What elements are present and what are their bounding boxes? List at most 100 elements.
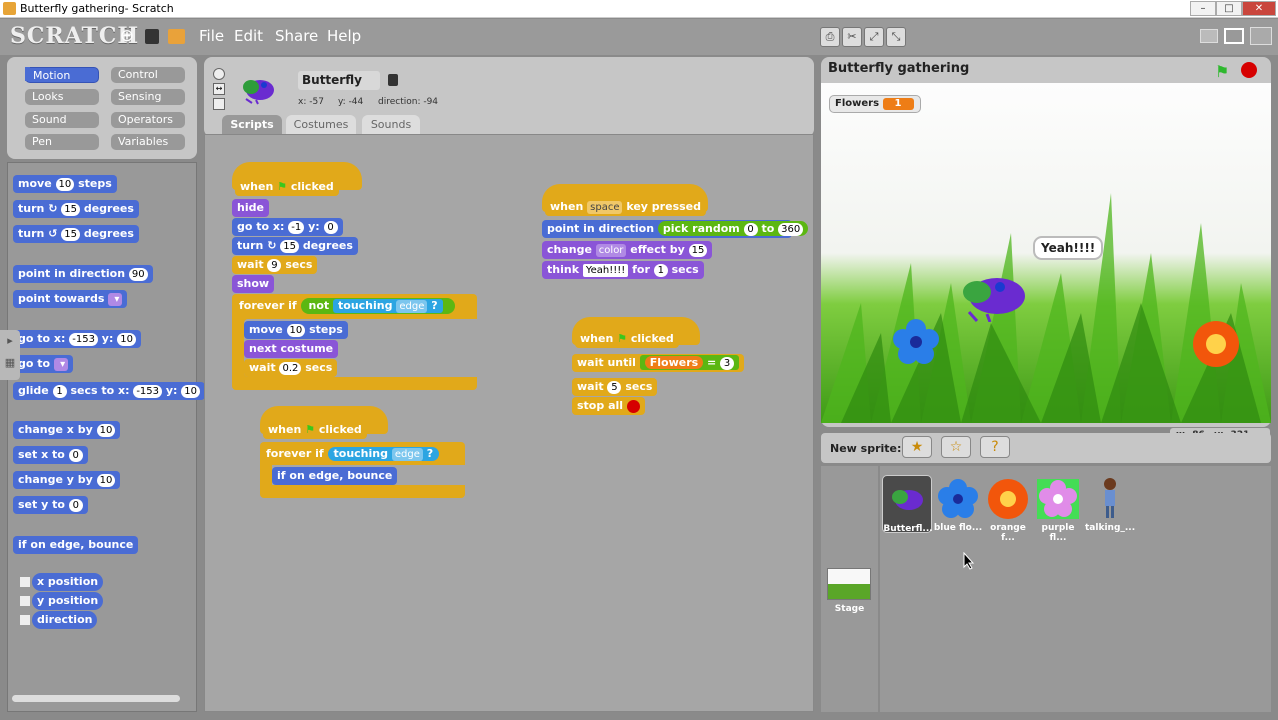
script4-wait-until-block[interactable]: wait until Flowers = 3 (572, 354, 745, 372)
rotation-style-full-icon[interactable] (213, 68, 225, 80)
script1-hide-block[interactable]: hide (232, 199, 269, 217)
stage-canvas[interactable]: Flowers 1 Yeah!!!! (821, 83, 1271, 423)
palette-point-towards-block[interactable]: point towards ▾ (13, 290, 128, 308)
green-flag-button-icon[interactable]: ⚑ (1215, 62, 1229, 81)
palette-goto-block[interactable]: go to ▾ (13, 355, 74, 373)
grow-tool-icon[interactable]: ⤢ (864, 27, 884, 47)
small-stage-icon[interactable] (1200, 29, 1218, 43)
palette-y-position-reporter[interactable]: y position (32, 592, 104, 610)
tab-costumes[interactable]: Costumes (286, 115, 356, 134)
menu-file[interactable]: File (199, 27, 224, 45)
maximize-button[interactable]: □ (1216, 1, 1242, 16)
menubar: SCRATCH ⊕ File Edit Share Help ⎙ ✂ ⤢ ⤡ (0, 19, 1278, 55)
menu-edit[interactable]: Edit (234, 27, 263, 45)
butterfly-thumbnail-icon (236, 73, 278, 105)
flowers-variable-monitor[interactable]: Flowers 1 (829, 95, 921, 113)
lock-icon[interactable] (388, 74, 398, 86)
palette-point-direction-block[interactable]: point in direction 90 (13, 265, 153, 283)
script1-turn-block[interactable]: turn ↻ 15 degrees (232, 237, 358, 255)
minimize-button[interactable]: – (1190, 1, 1216, 16)
delete-tool-icon[interactable]: ✂ (842, 27, 862, 47)
palette-horizontal-scrollbar[interactable] (12, 695, 180, 702)
butterfly-thumbnail-icon (892, 490, 923, 510)
script1-move-block[interactable]: move 10 steps (244, 321, 348, 339)
duplicate-tool-icon[interactable]: ⎙ (820, 27, 840, 47)
palette-goto-xy-block[interactable]: go to x: -153 y: 10 (13, 330, 141, 348)
stage-thumbnail-icon[interactable] (827, 568, 871, 600)
orange-flower-thumbnail-icon (988, 479, 1028, 519)
script1-goto-block[interactable]: go to x: -1 y: 0 (232, 218, 343, 236)
green-flag-icon: ⚑ (617, 332, 628, 345)
script4-wait-block[interactable]: wait 5 secs (572, 378, 658, 396)
category-operators[interactable]: Operators (111, 112, 185, 128)
palette-x-position-reporter[interactable]: x position (32, 573, 104, 591)
palette-set-x-block[interactable]: set x to 0 (13, 446, 88, 464)
butterfly-sprite-icon[interactable] (955, 272, 1035, 323)
category-motion[interactable]: Motion (25, 67, 99, 83)
menu-share[interactable]: Share (275, 27, 318, 45)
script3-when-key-label: when space key pressed (545, 198, 706, 216)
normal-stage-icon[interactable] (1224, 28, 1244, 44)
stop-button-icon[interactable] (1241, 62, 1257, 78)
script1-next-costume-block[interactable]: next costume (244, 340, 339, 358)
palette-direction-reporter[interactable]: direction (32, 611, 98, 629)
script1-show-block[interactable]: show (232, 275, 275, 293)
script3-think-block[interactable]: think Yeah!!!! for 1 secs (542, 261, 704, 279)
category-control[interactable]: Control (111, 67, 185, 83)
palette-turn-right-block[interactable]: turn ↻ 15 degrees (13, 200, 139, 218)
language-globe-icon[interactable]: ⊕ (118, 27, 136, 45)
save-icon[interactable] (145, 29, 159, 44)
script4-when-flag-label: when ⚑ clicked (575, 330, 679, 348)
direction-checkbox[interactable] (19, 614, 31, 626)
sprite-name: Butterfl... (883, 524, 933, 534)
share-icon[interactable] (168, 29, 185, 44)
category-pen[interactable]: Pen (25, 134, 99, 150)
palette-turn-left-block[interactable]: turn ↺ 15 degrees (13, 225, 139, 243)
orange-flower-sprite-icon[interactable] (1191, 319, 1241, 369)
menu-help[interactable]: Help (327, 27, 361, 45)
palette-move-block[interactable]: move 10 steps (13, 175, 117, 193)
script1-wait-block[interactable]: wait 9 secs (232, 256, 318, 274)
category-sensing[interactable]: Sensing (111, 89, 185, 105)
paint-new-sprite-icon[interactable]: ★ (902, 436, 932, 458)
sprite-name: blue flo... (933, 523, 983, 533)
sprite-x: x: -57 (298, 97, 324, 107)
motion-color-tab (25, 67, 30, 81)
random-sprite-icon[interactable]: ? (980, 436, 1010, 458)
tab-sounds[interactable]: Sounds (362, 115, 420, 134)
rotation-style-flip-icon[interactable]: ↔ (213, 83, 225, 95)
script3-point-dir-block[interactable]: point in direction pick random 0 to 360 (542, 220, 809, 238)
drag-handle-icon[interactable]: ▸ ▦ (0, 330, 20, 380)
category-sound[interactable]: Sound (25, 112, 99, 128)
script1-wait2-block[interactable]: wait 0.2 secs (244, 359, 338, 377)
blue-flower-sprite-icon[interactable] (893, 319, 939, 365)
tab-scripts[interactable]: Scripts (222, 115, 282, 134)
sprite-direction: direction: -94 (378, 97, 439, 107)
palette-change-y-block[interactable]: change y by 10 (13, 471, 121, 489)
palette-bounce-block[interactable]: if on edge, bounce (13, 536, 139, 554)
rotation-style-none-icon[interactable] (213, 98, 225, 110)
sprite-tile-purple-flower[interactable]: purple fl... (1033, 475, 1083, 543)
shrink-tool-icon[interactable]: ⤡ (886, 27, 906, 47)
script4-stop-all-block[interactable]: stop all (572, 397, 645, 415)
category-looks[interactable]: Looks (25, 89, 99, 105)
sprite-tile-talking[interactable]: talking_... (1085, 475, 1135, 533)
x-position-checkbox[interactable] (19, 576, 31, 588)
palette-set-y-block[interactable]: set y to 0 (13, 496, 88, 514)
palette-glide-block[interactable]: glide 1 secs to x: -153 y: 10 (13, 382, 206, 400)
y-position-checkbox[interactable] (19, 595, 31, 607)
script3-change-effect-block[interactable]: change color effect by 15 (542, 241, 713, 259)
script1-when-flag-label: when ⚑ clicked (235, 178, 339, 196)
palette-change-x-block[interactable]: change x by 10 (13, 421, 121, 439)
category-panel: Motion Looks Sound Pen Control Sensing O… (7, 57, 197, 159)
sprite-tile-butterfly[interactable]: Butterfl... (882, 475, 933, 534)
sprite-tile-blue-flower[interactable]: blue flo... (933, 475, 983, 533)
choose-sprite-file-icon[interactable]: ☆ (941, 436, 971, 458)
presentation-mode-icon[interactable] (1250, 27, 1272, 45)
sprite-name-field[interactable]: Butterfly (298, 71, 380, 90)
sprite-tile-orange-flower[interactable]: orange f... (983, 475, 1033, 543)
close-button[interactable]: ✕ (1242, 1, 1276, 16)
category-variables[interactable]: Variables (111, 134, 185, 150)
script2-bounce-block[interactable]: if on edge, bounce (272, 467, 398, 485)
new-sprite-bar: New sprite: ★ ☆ ? (821, 433, 1271, 463)
